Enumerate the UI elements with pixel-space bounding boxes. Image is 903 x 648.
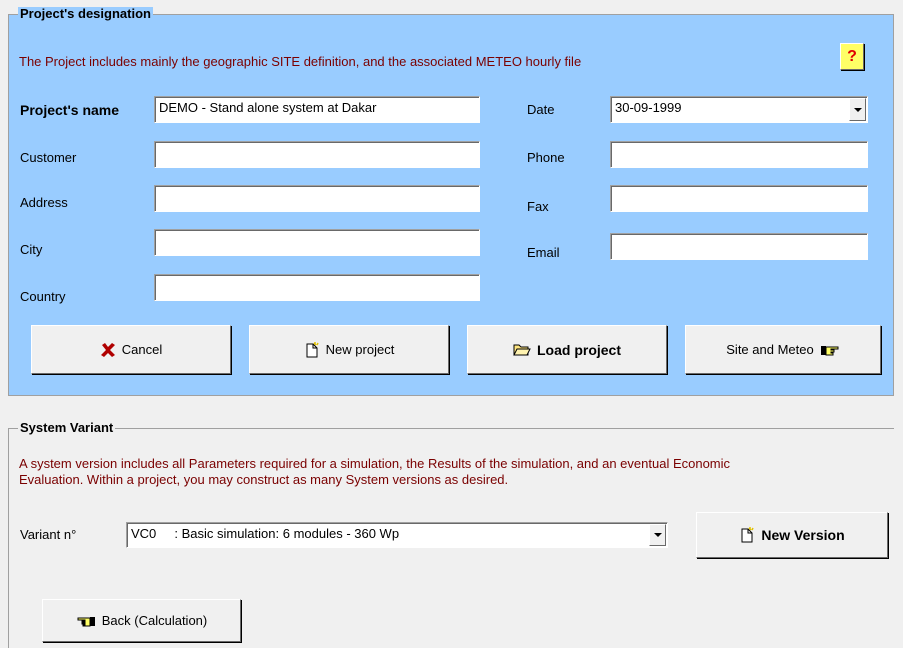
address-label: Address [20, 195, 68, 210]
customer-input[interactable] [154, 141, 480, 168]
new-project-button[interactable]: New project [249, 325, 449, 374]
new-version-label: New Version [761, 527, 845, 543]
site-and-meteo-label: Site and Meteo [726, 342, 814, 357]
help-button[interactable]: ? [840, 43, 864, 70]
cancel-label: Cancel [121, 342, 163, 357]
variant-select[interactable]: VC0 : Basic simulation: 6 modules - 360 … [126, 522, 668, 548]
date-select[interactable]: 30-09-1999 [610, 96, 868, 123]
new-document-icon [739, 527, 755, 543]
variant-value: VC0 : Basic simulation: 6 modules - 360 … [131, 526, 400, 541]
project-name-label: Project's name [20, 102, 120, 118]
system-variant-legend: System Variant [18, 420, 116, 435]
help-icon: ? [847, 47, 857, 65]
new-document-icon [304, 341, 320, 358]
new-version-button[interactable]: New Version [696, 512, 888, 558]
fax-label: Fax [527, 199, 549, 214]
back-calculation-label: Back (Calculation) [101, 613, 208, 628]
email-input[interactable] [610, 233, 868, 260]
project-description: The Project includes mainly the geograph… [19, 54, 582, 69]
city-input[interactable] [154, 229, 480, 256]
chevron-down-icon [853, 107, 862, 112]
project-name-input[interactable]: DEMO - Stand alone system at Dakar [154, 96, 480, 123]
chevron-down-icon [653, 533, 662, 537]
load-project-label: Load project [536, 341, 621, 358]
country-input[interactable] [154, 274, 480, 301]
pointing-hand-icon [820, 343, 840, 357]
load-project-button[interactable]: Load project [467, 325, 667, 374]
back-calculation-button[interactable]: Back (Calculation) [42, 599, 241, 642]
cancel-x-icon [100, 342, 116, 358]
customer-label: Customer [20, 150, 77, 165]
project-designation-legend: Project's designation [18, 6, 153, 21]
fax-input[interactable] [610, 185, 868, 212]
open-folder-icon [513, 343, 531, 357]
address-input[interactable] [154, 185, 480, 212]
cancel-button[interactable]: Cancel [31, 325, 231, 374]
variant-dropdown-button[interactable] [649, 524, 666, 546]
variant-label: Variant n° [20, 527, 77, 542]
city-label: City [20, 242, 43, 257]
variant-description-line2: Evaluation. Within a project, you may co… [19, 472, 509, 487]
date-dropdown-button[interactable] [849, 98, 866, 121]
back-hand-icon [76, 614, 96, 628]
date-label: Date [527, 102, 555, 117]
variant-description-line1: A system version includes all Parameters… [19, 456, 731, 471]
email-label: Email [527, 245, 560, 260]
phone-input[interactable] [610, 141, 868, 168]
site-and-meteo-button[interactable]: Site and Meteo [685, 325, 881, 374]
new-project-label: New project [325, 342, 395, 357]
country-label: Country [20, 289, 66, 304]
date-value: 30-09-1999 [615, 100, 682, 115]
phone-label: Phone [527, 150, 565, 165]
